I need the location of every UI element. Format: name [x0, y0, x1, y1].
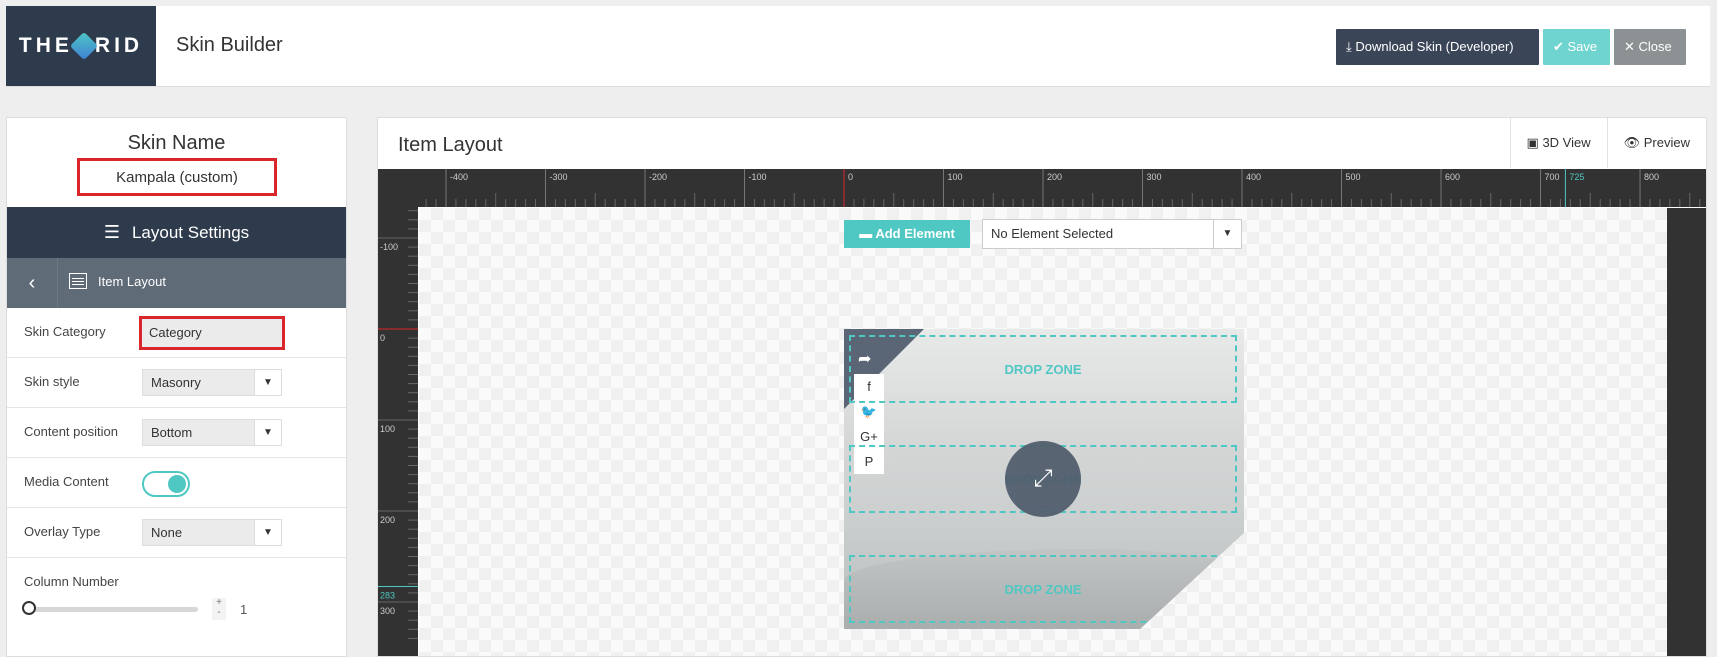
- ruler-h-label: -400: [450, 172, 468, 182]
- ruler-h-label: -300: [549, 172, 567, 182]
- item-layout-icon: [69, 273, 87, 289]
- 3d-view-label: 3D View: [1542, 135, 1591, 150]
- skin-style-value: Masonry: [151, 375, 201, 390]
- content-position-select[interactable]: Bottom ▼: [142, 419, 282, 446]
- ruler-v-label: 100: [380, 424, 395, 434]
- chevron-left-icon: ‹: [28, 271, 36, 294]
- toggle-knob: [168, 475, 186, 493]
- ruler-h-label: -200: [649, 172, 667, 182]
- logo-mark-icon: [69, 31, 99, 61]
- skin-category-input[interactable]: Category: [139, 316, 285, 350]
- skin-style-label: Skin style: [24, 374, 80, 389]
- ruler-h-label: 700: [1545, 172, 1560, 182]
- media-content-label: Media Content: [24, 474, 109, 489]
- column-number-row: Column Number: [7, 558, 346, 608]
- eye-icon: 👁: [1623, 135, 1644, 150]
- add-element-label: Add Element: [875, 226, 955, 241]
- item-layout-bar: ‹ Item Layout: [7, 258, 346, 308]
- ruler-h-label: 400: [1246, 172, 1261, 182]
- view-tools: ▣ 3D View 👁 Preview: [1509, 118, 1706, 168]
- chevron-down-icon: ▼: [254, 420, 281, 445]
- layout-settings-header: ☰ Layout Settings: [7, 207, 346, 258]
- ruler-h-label: 100: [948, 172, 963, 182]
- twitter-icon[interactable]: 🐦: [861, 404, 877, 420]
- media-content-toggle[interactable]: [142, 471, 190, 497]
- layout-settings-label: Layout Settings: [131, 222, 250, 242]
- column-number-label: Column Number: [24, 574, 119, 589]
- ruler-h-label: 600: [1445, 172, 1460, 182]
- stepper-minus[interactable]: -: [212, 608, 226, 618]
- close-icon: ✕: [1624, 39, 1639, 54]
- save-button[interactable]: ✔ Save: [1543, 29, 1610, 65]
- card-icon: ▬: [859, 226, 876, 241]
- settings-panel: Skin Name Kampala (custom) ☰ Layout Sett…: [6, 117, 347, 657]
- top-header: THE RID Skin Builder ⤓ Download Skin (De…: [6, 6, 1710, 87]
- ruler-v-label: 0: [380, 333, 385, 343]
- ruler-h-label: 500: [1346, 172, 1361, 182]
- skin-category-row: Skin Category Category: [7, 308, 346, 358]
- close-label: Close: [1638, 39, 1672, 54]
- layout-settings-icon: ☰: [103, 222, 120, 242]
- app-title: Skin Builder: [176, 34, 283, 56]
- chevron-down-icon: ▼: [1213, 220, 1241, 248]
- download-icon: ⤓: [1346, 39, 1356, 54]
- ruler-v-label: 300: [380, 606, 395, 616]
- content-position-row: Content position Bottom ▼: [7, 408, 346, 458]
- content-position-label: Content position: [24, 424, 118, 439]
- save-label: Save: [1567, 39, 1598, 54]
- column-number-value: 1: [240, 602, 248, 617]
- skin-name-input[interactable]: Kampala (custom): [77, 158, 277, 196]
- horizontal-ruler: -400 -300 -200 -100 0 100 200 300 400 500 600 700 72…: [378, 169, 1706, 207]
- element-select-value: No Element Selected: [991, 226, 1114, 241]
- panel-title: Item Layout: [398, 134, 503, 156]
- ruler-h-label: 200: [1047, 172, 1062, 182]
- column-number-slider-track[interactable]: [30, 607, 198, 612]
- logo-text-left: THE: [18, 34, 73, 57]
- overlay-type-label: Overlay Type: [24, 524, 101, 539]
- vertical-ruler: -100 0 100 200 283 300: [378, 169, 418, 656]
- canvas-margin: [1667, 208, 1706, 656]
- chevron-down-icon: ▼: [254, 370, 281, 395]
- back-button[interactable]: ‹: [7, 258, 58, 308]
- ruler-h-label: 725: [1569, 172, 1584, 182]
- column-number-stepper[interactable]: + -: [212, 598, 226, 620]
- close-button[interactable]: ✕ Close: [1614, 29, 1686, 65]
- preview-button[interactable]: 👁 Preview: [1606, 118, 1706, 168]
- logo-text-right: RID: [94, 34, 144, 57]
- download-label: Download Skin (Developer): [1355, 39, 1514, 54]
- overlay-type-row: Overlay Type None ▼: [7, 508, 346, 558]
- skin-style-select[interactable]: Masonry ▼: [142, 369, 282, 396]
- chevron-down-icon: ▼: [254, 520, 281, 545]
- check-icon: ✔: [1553, 39, 1568, 54]
- download-skin-button[interactable]: ⤓ Download Skin (Developer): [1336, 29, 1539, 65]
- item-layout-label: Item Layout: [98, 274, 166, 289]
- column-number-slider-thumb[interactable]: [22, 601, 36, 615]
- ruler-v-label: 200: [380, 515, 395, 525]
- google-plus-icon[interactable]: G+: [860, 429, 878, 444]
- ruler-h-label: -100: [748, 172, 766, 182]
- skin-category-label: Skin Category: [24, 324, 106, 339]
- media-content-row: Media Content: [7, 458, 346, 508]
- ruler-h-label: 800: [1644, 172, 1659, 182]
- skin-item-card[interactable]: ➦ f 🐦 G+ P DROP ZONE DROP ZONE DROP ZONE…: [844, 329, 1244, 629]
- overlay-type-select[interactable]: None ▼: [142, 519, 282, 546]
- image-icon: ▣: [1526, 135, 1543, 150]
- ruler-h-label: 0: [848, 172, 853, 182]
- ruler-v-label: -100: [380, 242, 398, 252]
- drop-zone-top[interactable]: DROP ZONE: [849, 335, 1237, 403]
- ruler-v-label: 283: [380, 591, 395, 601]
- expand-icon[interactable]: ⤢: [1005, 441, 1081, 517]
- preview-label: Preview: [1643, 135, 1690, 150]
- add-element-button[interactable]: ▬ Add Element: [844, 220, 970, 248]
- content-position-value: Bottom: [151, 425, 193, 440]
- logo: THE RID: [6, 6, 156, 86]
- element-select[interactable]: No Element Selected ▼: [982, 219, 1242, 249]
- skin-style-row: Skin style Masonry ▼: [7, 358, 346, 408]
- skin-name-label: Skin Name: [127, 132, 226, 154]
- 3d-view-button[interactable]: ▣ 3D View: [1509, 118, 1607, 168]
- overlay-type-value: None: [151, 525, 183, 540]
- ruler-h-label: 300: [1147, 172, 1162, 182]
- item-layout-panel: Item Layout ▣ 3D View 👁 Preview -400 -300…: [377, 117, 1707, 657]
